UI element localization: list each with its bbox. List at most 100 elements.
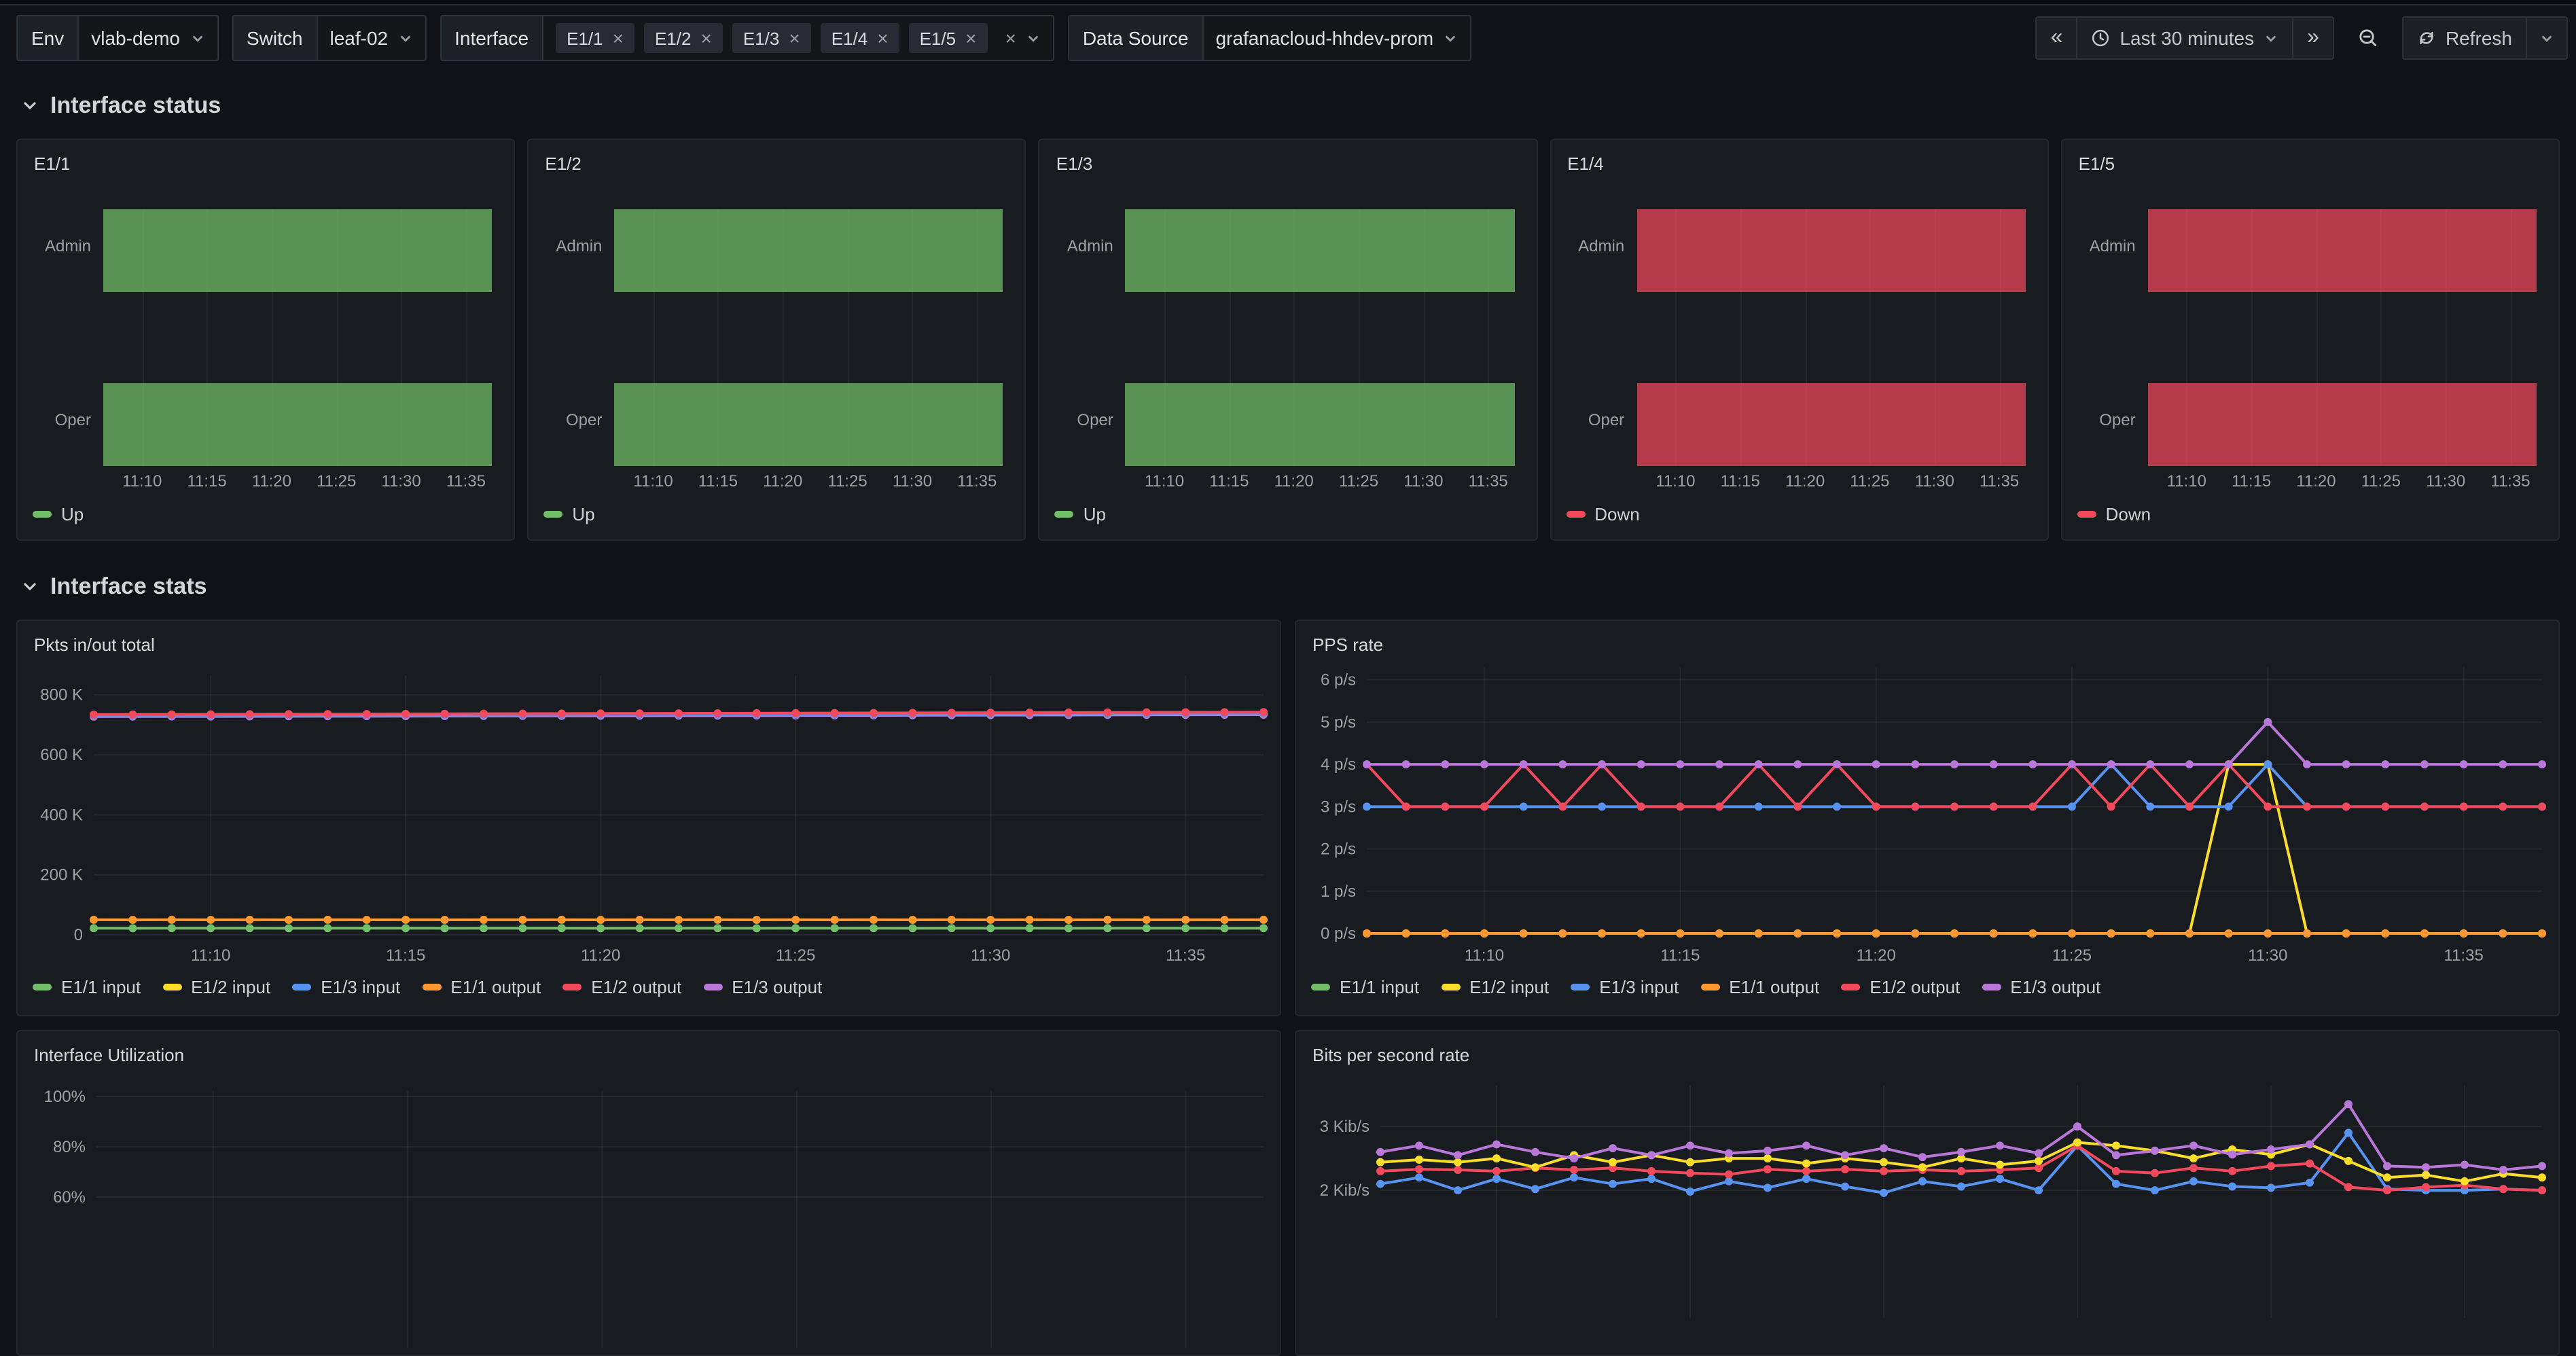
x-axis-tick: 11:15: [698, 471, 738, 490]
datasource-value-dropdown[interactable]: grafanacloud-hhdev-prom: [1203, 16, 1470, 60]
x-axis-tick: 11:20: [1274, 471, 1313, 490]
panel-title: E1/4: [1567, 154, 1604, 174]
var-datasource: Data Source grafanacloud-hhdev-prom: [1068, 15, 1471, 61]
svg-text:3 p/s: 3 p/s: [1321, 798, 1356, 816]
svg-text:11:35: 11:35: [2444, 946, 2484, 965]
x-axis-tick: 11:30: [381, 471, 421, 490]
legend-item[interactable]: E1/1 output: [1700, 977, 1819, 997]
legend-item[interactable]: E1/2 input: [162, 977, 270, 997]
switch-value-dropdown[interactable]: leaf-02: [317, 16, 425, 60]
refresh-icon: [2417, 29, 2436, 48]
svg-text:11:25: 11:25: [2052, 946, 2092, 965]
legend-item[interactable]: E1/1 input: [1311, 977, 1419, 997]
svg-text:6 p/s: 6 p/s: [1321, 671, 1356, 690]
time-controls: « Last 30 minutes »: [2036, 16, 2334, 60]
x-axis-tick: 11:15: [1209, 471, 1249, 490]
datasource-value-text: grafanacloud-hhdev-prom: [1215, 27, 1433, 49]
panel-interface-utilization: Interface Utilization 100%80%60%E1/1 inp…: [16, 1030, 1281, 1356]
legend-dash: [292, 984, 311, 991]
row-label-oper: Oper: [2062, 410, 2136, 429]
x-axis-tick: 11:25: [2361, 471, 2401, 490]
legend: E1/1 input E1/2 input E1/3 input E1/1 outpu…: [1311, 977, 2100, 997]
x-axis-tick: 11:20: [2296, 471, 2336, 490]
interface-tag[interactable]: E1/3×: [732, 23, 811, 53]
remove-tag-icon[interactable]: ×: [700, 29, 711, 48]
legend-label: Up: [572, 504, 594, 524]
legend-item[interactable]: E1/3 output: [703, 977, 822, 997]
interface-tag[interactable]: E1/1×: [556, 23, 634, 53]
svg-text:11:25: 11:25: [776, 946, 815, 965]
legend-item[interactable]: E1/3 output: [1982, 977, 2100, 997]
env-label: Env: [18, 16, 79, 60]
legend-dash: [1700, 984, 1719, 991]
svg-text:100%: 100%: [44, 1088, 86, 1106]
row-label-oper: Oper: [1040, 410, 1113, 429]
interface-value-dropdown[interactable]: E1/1× E1/2× E1/3× E1/4 × E1/5 × ×: [543, 16, 1053, 60]
x-axis-tick: 11:35: [957, 471, 997, 490]
panel-title: E1/3: [1056, 154, 1093, 174]
x-axis-tick: 11:20: [763, 471, 802, 490]
interface-tag[interactable]: E1/5 ×: [909, 23, 988, 53]
legend-dash: [1841, 984, 1860, 991]
legend-item[interactable]: E1/1 output: [422, 977, 541, 997]
status-bar-admin: [1126, 209, 1514, 292]
legend-item-up[interactable]: Up: [33, 504, 84, 524]
section-interface-status[interactable]: Interface status: [22, 90, 2576, 122]
legend-item[interactable]: E1/2 output: [562, 977, 681, 997]
legend-dash: [562, 984, 582, 991]
x-axis-tick: 11:30: [1403, 471, 1443, 490]
panel-pkts-in-out-total: Pkts in/out total 0200 K400 K600 K800 K1…: [16, 620, 1281, 1016]
status-bar-oper: [614, 383, 1003, 466]
legend-item[interactable]: E1/3 input: [1571, 977, 1679, 997]
interface-tag-label: E1/5: [920, 28, 956, 48]
refresh-interval-button[interactable]: [2526, 16, 2568, 60]
legend: E1/1 input E1/2 input E1/3 input E1/1 outpu…: [33, 977, 822, 997]
legend-label: Up: [61, 504, 84, 524]
legend-item[interactable]: E1/1 input: [33, 977, 141, 997]
zoom-out-button[interactable]: [2348, 16, 2389, 60]
remove-tag-icon[interactable]: ×: [877, 29, 888, 48]
clear-all-icon[interactable]: ×: [1005, 29, 1016, 48]
legend: Down: [2077, 504, 2151, 524]
panel-title: Bits per second rate: [1312, 1045, 1469, 1065]
status-bar-oper: [1126, 383, 1514, 466]
legend-dash: [1311, 984, 1330, 991]
var-interface: Interface E1/1×E1/2×E1/3×E1/4×E1/5× ×: [440, 15, 1054, 61]
time-range-picker[interactable]: Last 30 minutes: [2076, 16, 2293, 60]
legend-item-up[interactable]: Up: [543, 504, 594, 524]
remove-tag-icon[interactable]: ×: [789, 29, 800, 48]
legend: Up: [33, 504, 84, 524]
x-axis-tick: 11:25: [1850, 471, 1889, 490]
x-axis-tick: 11:25: [1339, 471, 1378, 490]
row-label-admin: Admin: [1040, 236, 1113, 255]
x-axis-tick: 11:20: [252, 471, 291, 490]
panel-title: PPS rate: [1312, 635, 1383, 655]
row-label-oper: Oper: [18, 410, 91, 429]
datasource-label: Data Source: [1069, 16, 1204, 60]
bottom-row: Interface Utilization 100%80%60%E1/1 inp…: [16, 1030, 2560, 1356]
svg-text:2 p/s: 2 p/s: [1321, 840, 1356, 859]
row-label-oper: Oper: [1551, 410, 1624, 429]
legend-item[interactable]: E1/2 output: [1841, 977, 1960, 997]
legend-item[interactable]: E1/3 input: [292, 977, 400, 997]
legend-item-down[interactable]: Down: [2077, 504, 2151, 524]
row-label-admin: Admin: [2062, 236, 2136, 255]
legend-item[interactable]: E1/2 input: [1441, 977, 1549, 997]
x-axis-tick: 11:10: [633, 471, 673, 490]
top-edge: [0, 0, 2576, 5]
section-interface-stats[interactable]: Interface stats: [22, 571, 2576, 603]
time-back-button[interactable]: «: [2036, 16, 2078, 60]
interface-tag[interactable]: E1/2×: [644, 23, 723, 53]
legend-item-up[interactable]: Up: [1055, 504, 1106, 524]
interface-tag-label: E1/4: [831, 28, 868, 48]
x-axis-tick: 11:25: [827, 471, 867, 490]
refresh-button[interactable]: Refresh: [2402, 16, 2527, 60]
remove-tag-icon[interactable]: ×: [613, 29, 624, 48]
legend-item-down[interactable]: Down: [1566, 504, 1640, 524]
remove-tag-icon[interactable]: ×: [965, 29, 976, 48]
time-forward-button[interactable]: »: [2292, 16, 2334, 60]
svg-text:2 Kib/s: 2 Kib/s: [1320, 1181, 1370, 1200]
interface-tag[interactable]: E1/4 ×: [821, 23, 899, 53]
env-value-dropdown[interactable]: vlab-demo: [79, 16, 217, 60]
legend-dash: [33, 511, 52, 518]
